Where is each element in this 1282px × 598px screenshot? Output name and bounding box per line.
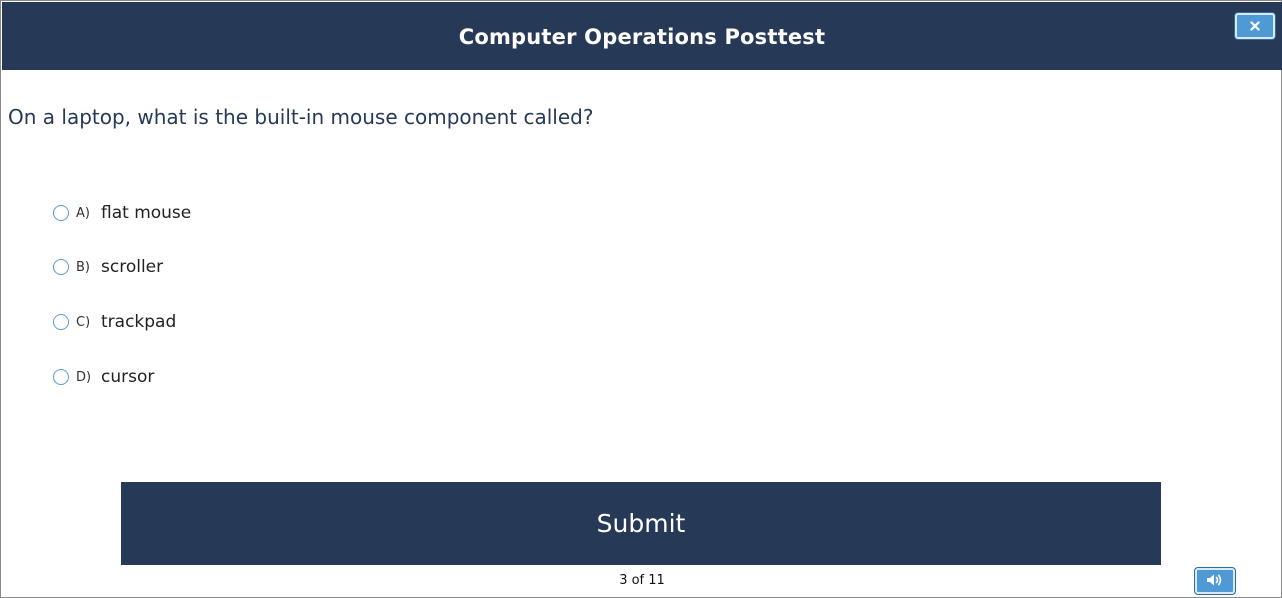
option-label[interactable]: scroller: [101, 257, 163, 277]
option-d[interactable]: D) cursor: [53, 365, 154, 389]
option-letter: D): [76, 369, 92, 385]
close-icon: [1250, 21, 1260, 31]
quiz-window: Computer Operations Posttest On a laptop…: [0, 0, 1282, 598]
option-letter: C): [76, 314, 91, 330]
close-button[interactable]: [1235, 13, 1275, 39]
page-counter: 3 of 11: [619, 573, 665, 588]
question-text: On a laptop, what is the built-in mouse …: [8, 105, 594, 129]
radio-button[interactable]: [53, 369, 69, 385]
header-bar: Computer Operations Posttest: [2, 2, 1282, 70]
option-letter: B): [76, 259, 90, 275]
radio-button[interactable]: [53, 314, 69, 330]
page-title: Computer Operations Posttest: [458, 25, 826, 49]
option-letter: A): [76, 205, 90, 221]
audio-button[interactable]: [1195, 568, 1235, 594]
option-c[interactable]: C) trackpad: [53, 310, 176, 334]
option-a[interactable]: A) flat mouse: [53, 201, 191, 225]
radio-button[interactable]: [53, 259, 69, 275]
option-label[interactable]: trackpad: [101, 312, 176, 332]
submit-button[interactable]: Submit: [121, 482, 1161, 565]
option-label[interactable]: flat mouse: [101, 203, 191, 223]
option-label[interactable]: cursor: [101, 367, 154, 387]
speaker-icon: [1206, 572, 1224, 591]
option-b[interactable]: B) scroller: [53, 255, 163, 279]
radio-button[interactable]: [53, 205, 69, 221]
